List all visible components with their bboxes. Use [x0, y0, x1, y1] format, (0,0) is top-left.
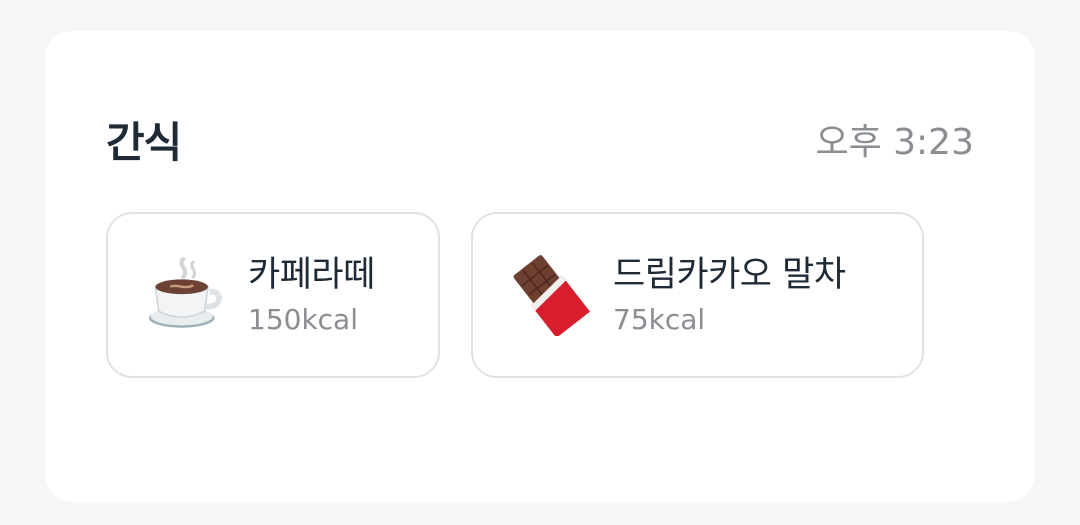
- food-item-dream-cacao-matcha[interactable]: 드림카카오 말차 75kcal: [471, 212, 924, 378]
- chocolate-bar-icon: [513, 255, 591, 336]
- food-item-name: 드림카카오 말차: [613, 255, 846, 295]
- food-item-kcal: 150kcal: [248, 303, 358, 336]
- meal-time: 오후 3:23: [815, 122, 974, 163]
- snack-meal-card: 간식 오후 3:23 카페라떼 150kcal 드림카카오 말차 75kcal: [45, 31, 1035, 502]
- meal-header: 간식 오후 3:23: [106, 109, 974, 169]
- coffee-cup-icon: [148, 256, 222, 328]
- food-item-list: 카페라떼 150kcal 드림카카오 말차 75kcal: [106, 212, 924, 378]
- food-item-name: 카페라떼: [248, 255, 375, 295]
- food-item-kcal: 75kcal: [613, 303, 706, 336]
- food-item-cafe-latte[interactable]: 카페라떼 150kcal: [106, 212, 440, 378]
- meal-title: 간식: [106, 117, 182, 167]
